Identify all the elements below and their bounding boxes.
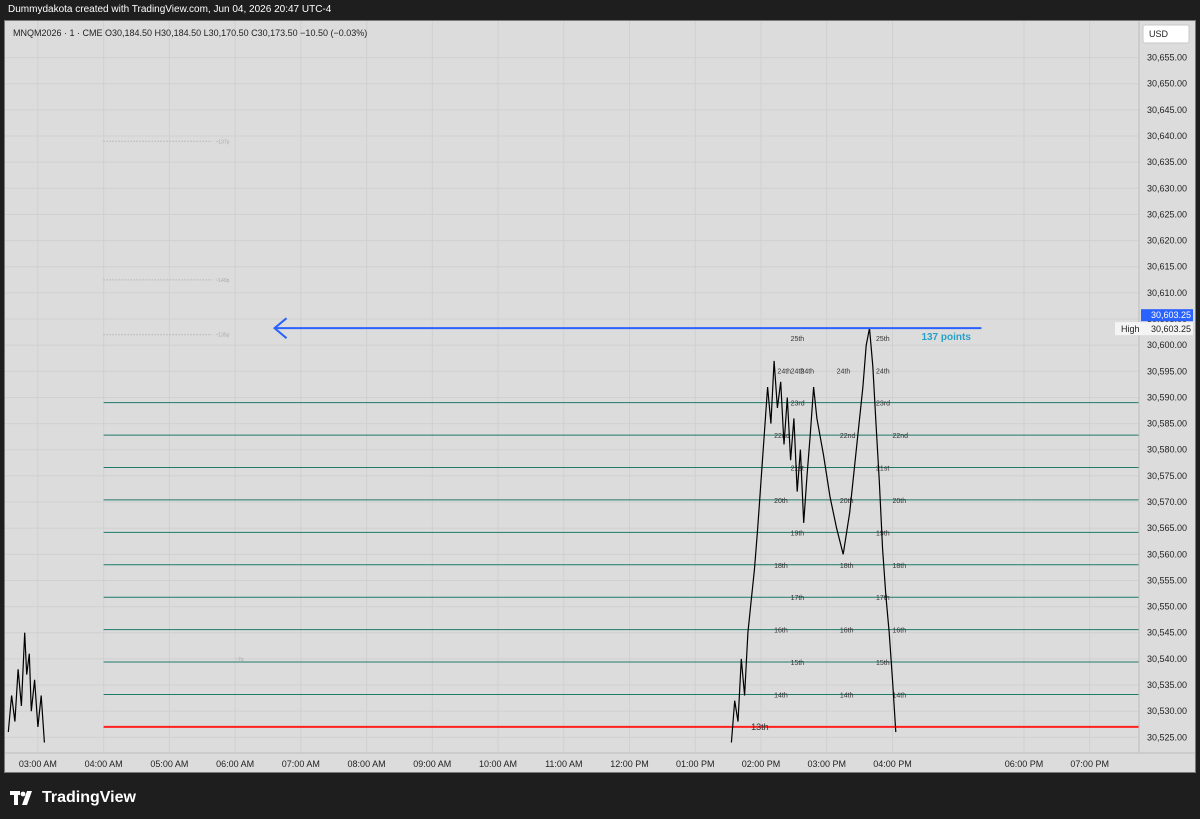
level-label: 20th [892,498,906,505]
time-tick-label: 12:00 PM [610,759,649,769]
price-tick-label: 30,615.00 [1147,262,1187,272]
time-tick-label: 03:00 PM [807,759,846,769]
price-tick-label: 30,580.00 [1147,445,1187,455]
time-tick-label: 08:00 AM [348,759,386,769]
price-tick-label: 30,635.00 [1147,157,1187,167]
points-annotation: 137 points [921,332,971,343]
upper-level-label: 25th [876,336,890,343]
time-tick-label: 10:00 AM [479,759,517,769]
level-label: 14th [774,692,788,699]
time-tick-label: 11:00 AM [545,759,582,769]
level-label: 17th [791,595,805,602]
price-tick-label: 30,625.00 [1147,209,1187,219]
price-chart[interactable]: MNQM2026 · 1 · CME O30,184.50 H30,184.50… [5,21,1196,773]
price-series-line [7,632,45,743]
price-tick-label: 30,630.00 [1147,183,1187,193]
created-by-text: Dummydakota created with TradingView.com… [8,4,332,15]
chart-header-bar: Dummydakota created with TradingView.com… [0,0,1200,20]
time-tick-label: 04:00 PM [873,759,912,769]
currency-label: USD [1149,29,1169,39]
upper-level-label: 24th [876,368,890,375]
upper-level-label: 24th [837,368,851,375]
price-tick-label: 30,545.00 [1147,628,1187,638]
price-tick-label: 30,535.00 [1147,680,1187,690]
price-tick-label: 30,620.00 [1147,236,1187,246]
time-tick-label: 01:00 PM [676,759,715,769]
price-tick-label: 30,645.00 [1147,105,1187,115]
level-label: 18th [840,563,854,570]
price-tick-label: 30,575.00 [1147,471,1187,481]
time-tick-label: 06:00 AM [216,759,254,769]
price-tick-label: 30,610.00 [1147,288,1187,298]
price-series-line [730,328,897,743]
level-label: 23rd [791,401,805,408]
time-tick-label: 05:00 AM [150,759,188,769]
time-tick-label: 07:00 AM [282,759,320,769]
level-label: 15th [791,660,805,667]
level-label: 23rd [876,401,890,408]
time-tick-label: 04:00 AM [85,759,123,769]
level-label: 17th [876,595,890,602]
level-label: 19th [791,530,805,537]
price-tick-label: 30,640.00 [1147,131,1187,141]
level-label: 18th [774,563,788,570]
level-label: 22nd [892,433,908,440]
red-level-label: 13th [751,722,769,732]
chart-panel[interactable]: MNQM2026 · 1 · CME O30,184.50 H30,184.50… [4,20,1196,773]
level-label: 18th [892,563,906,570]
level-label: 14th [840,692,854,699]
price-tick-label: 30,530.00 [1147,706,1187,716]
symbol-legend: MNQM2026 · 1 · CME O30,184.50 H30,184.50… [13,28,367,38]
faint-level-label: ~137p [215,139,229,145]
level-label: 16th [892,628,906,635]
price-tick-label: 30,525.00 [1147,732,1187,742]
high-badge-label: High [1121,324,1140,334]
time-tick-label: 09:00 AM [413,759,451,769]
level-label: 16th [774,628,788,635]
time-tick-label: 02:00 PM [742,759,781,769]
high-badge-value: 30,603.25 [1151,324,1191,334]
faint-level-label: ~7p [235,657,244,663]
level-label: 22nd [774,433,790,440]
price-tick-label: 30,560.00 [1147,549,1187,559]
price-tick-label: 30,595.00 [1147,366,1187,376]
price-tick-label: 30,565.00 [1147,523,1187,533]
current-price-label: 30,603.25 [1151,310,1191,320]
upper-level-label: 24th [800,368,814,375]
faint-level-label: ~135p [215,333,229,339]
price-tick-label: 30,570.00 [1147,497,1187,507]
tradingview-logo-icon [10,791,32,805]
faint-level-label: ~140p [215,278,229,284]
price-tick-label: 30,585.00 [1147,419,1187,429]
price-tick-label: 30,550.00 [1147,602,1187,612]
price-tick-label: 30,600.00 [1147,340,1187,350]
price-tick-label: 30,650.00 [1147,79,1187,89]
time-tick-label: 06:00 PM [1005,759,1044,769]
level-label: 22nd [840,433,856,440]
level-label: 16th [840,628,854,635]
level-label: 20th [774,498,788,505]
upper-level-label: 24th [777,368,791,375]
price-tick-label: 30,590.00 [1147,392,1187,402]
price-tick-label: 30,540.00 [1147,654,1187,664]
footer-bar: TradingView [0,775,1200,819]
level-label: 14th [892,692,906,699]
level-label: 15th [876,660,890,667]
time-tick-label: 03:00 AM [19,759,57,769]
upper-level-label: 25th [791,336,805,343]
level-label: 19th [876,530,890,537]
tradingview-wordmark: TradingView [42,789,136,806]
tradingview-logo[interactable]: TradingView [10,788,136,808]
time-tick-label: 07:00 PM [1070,759,1109,769]
price-tick-label: 30,555.00 [1147,575,1187,585]
price-tick-label: 30,655.00 [1147,53,1187,63]
